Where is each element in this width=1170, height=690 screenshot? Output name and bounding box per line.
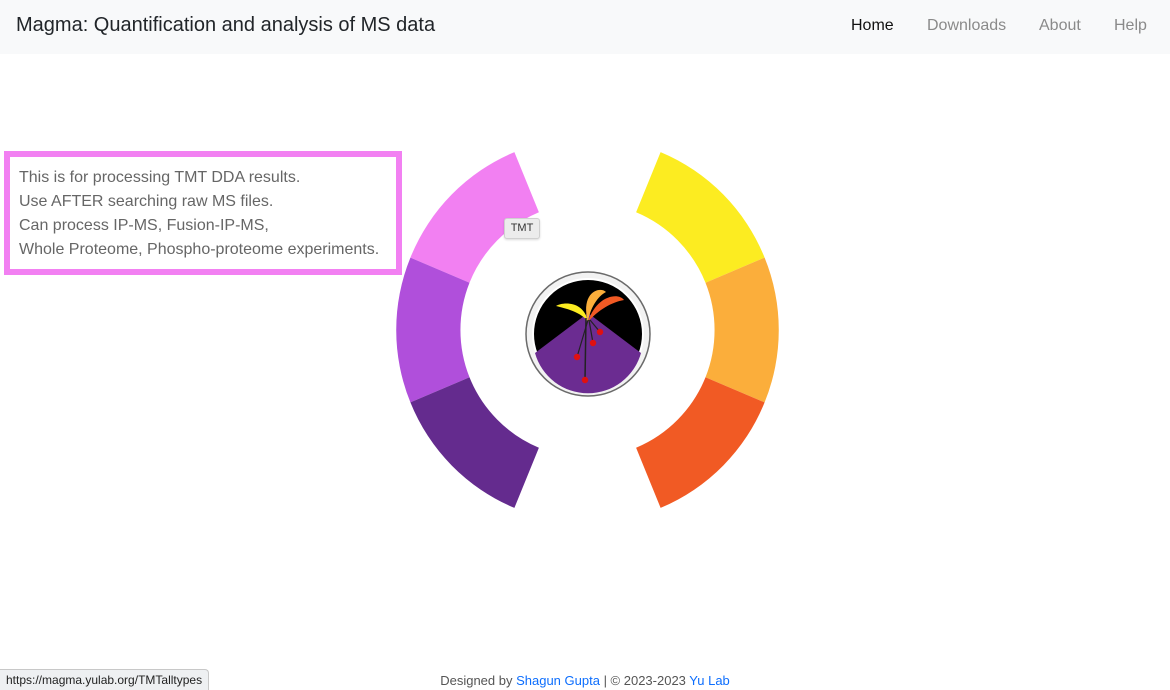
- footer-author-link[interactable]: Shagun Gupta: [516, 673, 600, 688]
- nav-about-link[interactable]: About: [1039, 17, 1081, 35]
- wheel-segment-2[interactable]: [396, 257, 470, 403]
- wheel-segment-5[interactable]: [705, 257, 779, 403]
- status-bar-url: https://magma.yulab.org/TMTalltypes: [0, 669, 210, 690]
- nav-home-link[interactable]: Home: [851, 17, 894, 35]
- nav-downloads-link[interactable]: Downloads: [927, 17, 1006, 35]
- tmt-tooltip: TMT: [504, 218, 540, 239]
- footer-copyright: | © 2023-2023: [599, 673, 690, 688]
- wheel-segment-6[interactable]: [636, 377, 765, 508]
- nav-help-link[interactable]: Help: [1114, 17, 1147, 35]
- info-line-1: This is for processing TMT DDA results.: [19, 169, 301, 186]
- info-line-2: Use AFTER searching raw MS files.: [19, 193, 274, 210]
- footer-lab-link[interactable]: Yu Lab: [689, 673, 730, 688]
- info-box: This is for processing TMT DDA results. …: [4, 151, 402, 275]
- footer-prefix: Designed by: [440, 673, 517, 688]
- info-line-4: Whole Proteome, Phospho-proteome experim…: [19, 241, 380, 258]
- magma-logo[interactable]: [525, 271, 651, 397]
- info-line-3: Can process IP-MS, Fusion-IP-MS,: [19, 217, 269, 234]
- app-title[interactable]: Magma: Quantification and analysis of MS…: [16, 14, 435, 37]
- analysis-wheel: [396, 152, 779, 508]
- wheel-segment-3[interactable]: [410, 377, 539, 508]
- wheel-segment-4[interactable]: [636, 152, 765, 283]
- navbar: Magma: Quantification and analysis of MS…: [0, 0, 1170, 54]
